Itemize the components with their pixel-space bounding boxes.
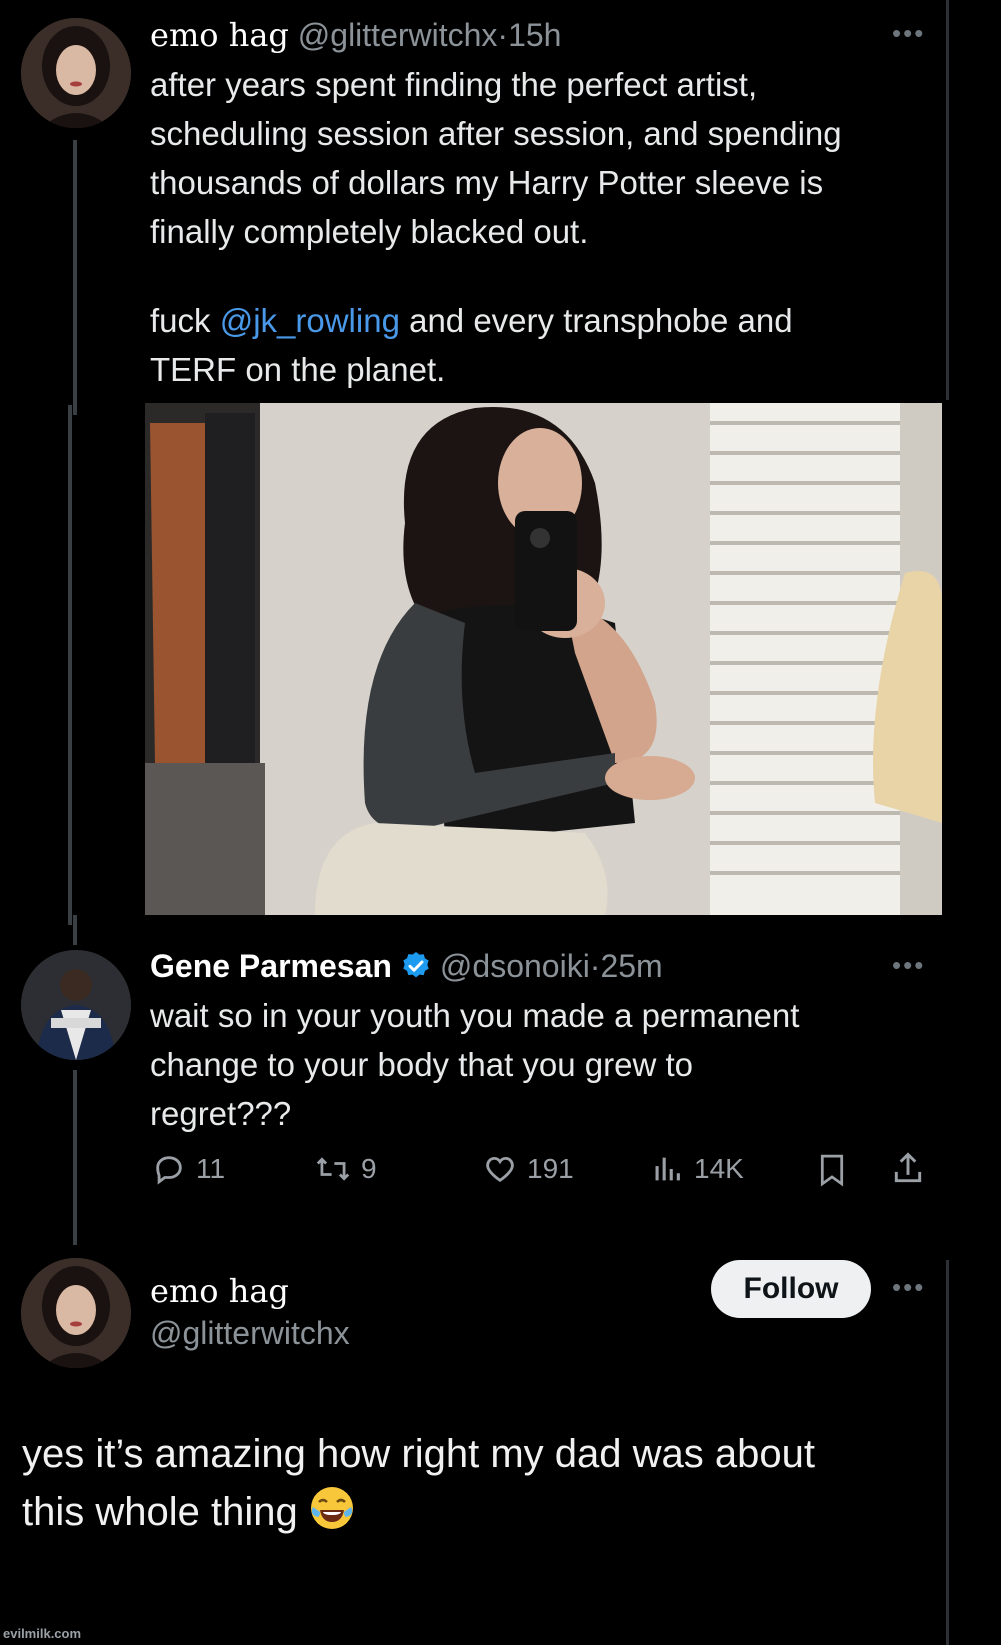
display-name[interactable]: emo hag <box>150 1270 289 1312</box>
avatar-person-icon <box>21 950 131 1060</box>
thread-line <box>73 140 77 415</box>
handle[interactable]: @glitterwitchx <box>298 17 498 53</box>
right-edge-line-bottom <box>946 1260 949 1645</box>
like-count: 191 <box>527 1153 574 1184</box>
share-button[interactable] <box>890 1150 926 1193</box>
handle[interactable]: @dsonoiki <box>440 948 590 984</box>
tweet-text: yes it’s amazing how right my dad was ab… <box>22 1425 942 1547</box>
heart-icon <box>486 1156 514 1183</box>
tweet-text-content: yes it’s amazing how right my dad was ab… <box>22 1432 815 1534</box>
more-horizontal-icon[interactable]: ••• <box>892 1272 925 1303</box>
avatar-portrait-icon <box>21 1258 131 1368</box>
views-button[interactable]: 14K <box>650 1152 744 1186</box>
tweet-text: after years spent finding the perfect ar… <box>150 66 842 250</box>
bookmark-icon <box>820 1154 844 1187</box>
verified-badge-icon <box>400 950 432 982</box>
laughing-crying-emoji-icon <box>309 1485 355 1547</box>
thread-line <box>68 405 72 925</box>
reply-icon <box>156 1156 182 1185</box>
like-button[interactable]: 191 <box>483 1152 574 1186</box>
tweet-header: emo hag @glitterwitchx·15h <box>150 14 561 56</box>
tweet-text-2: fuck @jk_rowling and every transphobe an… <box>150 296 940 394</box>
avatar-portrait-icon <box>21 18 131 128</box>
right-edge-line <box>946 0 949 400</box>
display-name[interactable]: emo hag <box>150 16 289 54</box>
tweet-text: wait so in your youth you made a permane… <box>150 997 800 1132</box>
views-chart-icon <box>655 1157 680 1181</box>
more-horizontal-icon[interactable]: ••• <box>892 18 925 49</box>
watermark: evilmilk.com <box>3 1626 82 1641</box>
handle[interactable]: @glitterwitchx <box>150 1312 350 1354</box>
reply-count: 11 <box>196 1153 226 1184</box>
mirror-selfie-image <box>145 403 942 915</box>
reply-button[interactable]: 11 <box>152 1152 225 1186</box>
tweet-header: Gene Parmesan @dsonoiki·25m <box>150 945 663 987</box>
avatar[interactable] <box>21 18 131 128</box>
more-horizontal-icon[interactable]: ••• <box>892 950 925 981</box>
thread-line <box>73 1070 77 1245</box>
display-name[interactable]: Gene Parmesan <box>150 945 392 987</box>
thread-line <box>73 915 77 945</box>
avatar[interactable] <box>21 950 131 1060</box>
retweet-icon <box>316 1157 350 1181</box>
mention-link[interactable]: @jk_rowling <box>220 302 400 339</box>
tweet-media-photo[interactable] <box>145 403 942 915</box>
views-count: 14K <box>694 1153 744 1184</box>
text-prefix: fuck <box>150 302 220 339</box>
timestamp[interactable]: ·25m <box>590 948 663 984</box>
retweet-count: 9 <box>361 1153 377 1184</box>
avatar[interactable] <box>21 1258 131 1368</box>
follow-button[interactable]: Follow <box>711 1260 871 1318</box>
retweet-button[interactable]: 9 <box>315 1152 377 1186</box>
share-icon <box>894 1152 922 1183</box>
timestamp[interactable]: ·15h <box>497 17 561 53</box>
bookmark-button[interactable] <box>815 1152 849 1193</box>
